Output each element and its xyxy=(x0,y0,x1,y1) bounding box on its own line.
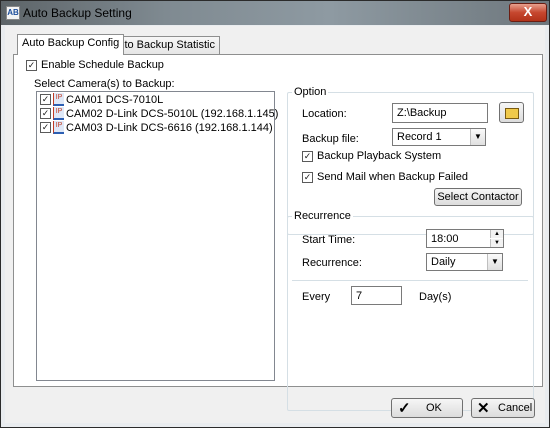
enable-schedule-label: Enable Schedule Backup xyxy=(41,59,164,71)
window-title: Auto Backup Setting xyxy=(23,6,132,20)
recurrence-group-title: Recurrence xyxy=(294,210,351,222)
browse-folder-button[interactable] xyxy=(499,102,524,123)
backup-file-label: Backup file: xyxy=(302,133,359,145)
close-icon: X xyxy=(523,4,533,19)
list-item[interactable]: ✓ IP CAM02 D-Link DCS-5010L (192.168.1.145… xyxy=(40,106,279,121)
ip-camera-icon: IP xyxy=(53,92,64,106)
chevron-down-icon: ▼ xyxy=(487,254,502,270)
camera-list-label: Select Camera(s) to Backup: xyxy=(34,78,175,90)
ip-camera-icon: IP xyxy=(53,106,64,120)
spin-down-icon[interactable]: ▼ xyxy=(490,239,503,247)
location-field[interactable]: Z:\Backup xyxy=(392,103,488,123)
camera-name: CAM02 D-Link DCS-5010L (192.168.1.145) xyxy=(66,108,279,120)
folder-open-icon xyxy=(504,108,519,119)
start-time-field[interactable]: 18:00 ▲ ▼ xyxy=(426,229,504,248)
camera-name: CAM01 DCS-7010L xyxy=(66,94,164,106)
chevron-down-icon: ▼ xyxy=(470,129,485,145)
tab-panel: ✓ Enable Schedule Backup Select Camera(s… xyxy=(13,54,543,411)
backup-file-value: Record 1 xyxy=(397,131,442,143)
dialog-client: Auto Backup Config Auto Backup Statistic… xyxy=(5,26,545,423)
tab-auto-backup-config[interactable]: Auto Backup Config xyxy=(17,34,125,55)
title-bar[interactable]: AB Auto Backup Setting X xyxy=(1,1,549,25)
camera-checkbox[interactable]: ✓ xyxy=(40,107,51,119)
day-unit-label: Day(s) xyxy=(419,291,452,303)
enable-schedule-checkbox[interactable]: ✓ xyxy=(26,60,37,71)
location-label: Location: xyxy=(302,108,347,120)
every-label: Every xyxy=(302,291,331,303)
app-icon: AB xyxy=(6,6,20,20)
close-button[interactable]: X xyxy=(509,3,547,22)
camera-list[interactable]: ✓ IP CAM01 DCS-7010L ✓ IP CAM02 D-Link DCS-5… xyxy=(36,91,279,381)
cancel-button[interactable]: ✕ Cancel xyxy=(471,398,535,418)
backup-playback-checkbox[interactable]: ✓ xyxy=(302,151,313,162)
dialog-window: AB Auto Backup Setting X Auto Backup Con… xyxy=(0,0,550,428)
backup-file-select[interactable]: Record 1 ▼ xyxy=(392,128,486,146)
backup-playback-label: Backup Playback System xyxy=(317,150,442,162)
list-item[interactable]: ✓ IP CAM01 DCS-7010L xyxy=(40,92,164,107)
send-mail-label: Send Mail when Backup Failed xyxy=(317,171,469,183)
ok-label: OK xyxy=(426,402,442,414)
recurrence-divider xyxy=(292,280,528,281)
start-time-value: 18:00 xyxy=(431,233,459,245)
select-contactor-button[interactable]: Select Contactor xyxy=(434,188,522,206)
cancel-label: Cancel xyxy=(498,402,533,414)
recurrence-select[interactable]: Daily ▼ xyxy=(426,253,503,271)
camera-name: CAM03 D-Link DCS-6616 (192.168.1.144) xyxy=(66,122,273,134)
recurrence-value: Daily xyxy=(431,256,456,268)
start-time-label: Start Time: xyxy=(302,234,356,246)
x-icon: ✕ xyxy=(477,400,490,417)
ip-camera-icon: IP xyxy=(53,120,64,134)
camera-checkbox[interactable]: ✓ xyxy=(40,121,51,133)
spin-up-icon[interactable]: ▲ xyxy=(490,230,503,238)
ok-button[interactable]: ✓ OK xyxy=(391,398,463,418)
option-group-title: Option xyxy=(294,86,327,98)
send-mail-checkbox[interactable]: ✓ xyxy=(302,172,313,183)
checkmark-icon: ✓ xyxy=(398,400,411,417)
list-item[interactable]: ✓ IP CAM03 D-Link DCS-6616 (192.168.1.144) xyxy=(40,120,273,135)
every-field[interactable]: 7 xyxy=(351,286,402,305)
camera-checkbox[interactable]: ✓ xyxy=(40,93,51,105)
recurrence-label: Recurrence: xyxy=(302,257,362,269)
